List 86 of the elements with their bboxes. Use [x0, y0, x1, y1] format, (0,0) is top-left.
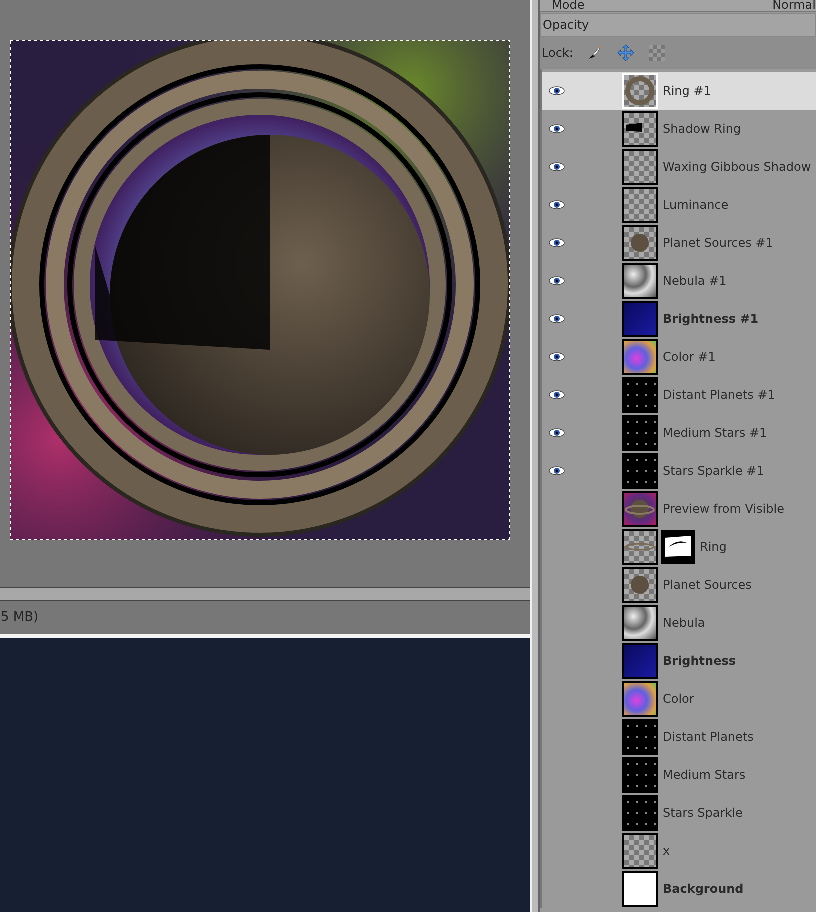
layer-row[interactable]: Color — [542, 680, 816, 718]
layer-thumbnail — [622, 187, 658, 223]
layer-row[interactable]: Brightness — [542, 642, 816, 680]
layer-thumbnail — [622, 111, 658, 147]
layer-name: Color — [663, 692, 694, 706]
layer-row[interactable]: x — [542, 832, 816, 870]
layer-row[interactable]: Shadow Ring — [542, 110, 816, 148]
layer-name: Nebula #1 — [663, 274, 727, 288]
layer-name: Shadow Ring — [663, 122, 742, 136]
horizontal-scrollbar[interactable] — [0, 587, 530, 601]
layer-name: Color #1 — [663, 350, 716, 364]
layer-thumbnail — [622, 757, 658, 793]
layer-thumbnail — [622, 605, 658, 641]
layer-name: Stars Sparkle — [663, 806, 743, 820]
layer-name: Nebula — [663, 616, 706, 630]
layer-thumbnail — [622, 263, 658, 299]
eye-icon[interactable] — [549, 466, 565, 476]
opacity-field[interactable]: Opacity — [540, 13, 816, 37]
layer-name: Distant Planets #1 — [663, 388, 776, 402]
layer-name: Waxing Gibbous Shadow — [663, 160, 812, 174]
layer-name: Stars Sparkle #1 — [663, 464, 764, 478]
layer-row[interactable]: Preview from Visible — [542, 490, 816, 528]
status-text: 5 MB) — [1, 610, 39, 625]
layer-name: Luminance — [663, 198, 729, 212]
move-icon[interactable] — [617, 44, 636, 62]
eye-icon[interactable] — [549, 238, 565, 248]
layer-row[interactable]: Medium Stars #1 — [542, 414, 816, 452]
eye-icon[interactable] — [549, 352, 565, 362]
layer-thumbnail — [622, 453, 658, 489]
layer-row[interactable]: Distant Planets #1 — [542, 376, 816, 414]
eye-icon[interactable] — [549, 162, 565, 172]
eye-icon[interactable] — [549, 200, 565, 210]
brush-icon[interactable] — [587, 45, 604, 61]
pane-separator[interactable] — [530, 0, 540, 912]
layer-row[interactable]: Planet Sources #1 — [542, 224, 816, 262]
layer-name: Brightness #1 — [663, 312, 759, 326]
layer-name: Medium Stars #1 — [663, 426, 768, 440]
layer-row[interactable]: Waxing Gibbous Shadow — [542, 148, 816, 186]
layer-row[interactable]: Distant Planets — [542, 718, 816, 756]
layer-row[interactable]: Nebula — [542, 604, 816, 642]
layer-row[interactable]: Stars Sparkle — [542, 794, 816, 832]
layer-name: Brightness — [663, 654, 736, 668]
eye-icon[interactable] — [549, 124, 565, 134]
eye-icon[interactable] — [549, 314, 565, 324]
layer-row[interactable]: Ring #1 — [542, 72, 816, 110]
layer-thumbnail — [622, 871, 658, 907]
layer-thumbnail — [622, 529, 658, 565]
layer-row[interactable]: Stars Sparkle #1 — [542, 452, 816, 490]
layer-name: Background — [663, 882, 744, 896]
layer-name: Planet Sources — [663, 578, 752, 592]
lock-label: Lock: — [542, 46, 574, 60]
layer-thumbnail — [622, 73, 658, 109]
layer-row[interactable]: Ring — [542, 528, 816, 566]
layer-thumbnail — [622, 491, 658, 527]
layer-thumbnail — [622, 833, 658, 869]
eye-icon[interactable] — [549, 390, 565, 400]
mode-dropdown[interactable]: Mode Normal — [540, 0, 816, 12]
layer-thumbnail — [622, 377, 658, 413]
layer-row[interactable]: Color #1 — [542, 338, 816, 376]
layer-thumbnail — [622, 643, 658, 679]
layer-row[interactable]: Nebula #1 — [542, 262, 816, 300]
layer-thumbnail — [622, 567, 658, 603]
eye-icon[interactable] — [549, 86, 565, 96]
layer-thumbnail — [622, 301, 658, 337]
eye-icon[interactable] — [549, 428, 565, 438]
layer-row[interactable]: Luminance — [542, 186, 816, 224]
layer-name: Planet Sources #1 — [663, 236, 774, 250]
eye-icon[interactable] — [549, 276, 565, 286]
layer-row[interactable]: Background — [542, 870, 816, 908]
layer-name: Ring — [700, 540, 727, 554]
layer-mask-thumbnail — [661, 530, 695, 564]
layer-row[interactable]: Medium Stars — [542, 756, 816, 794]
layer-thumbnail — [622, 681, 658, 717]
layer-name: Preview from Visible — [663, 502, 784, 516]
layer-name: x — [663, 844, 670, 858]
layer-thumbnail — [622, 719, 658, 755]
layer-thumbnail — [622, 795, 658, 831]
layer-row[interactable]: Brightness #1 — [542, 300, 816, 338]
layer-thumbnail — [622, 415, 658, 451]
layer-name: Ring #1 — [663, 84, 712, 98]
layer-name: Medium Stars — [663, 768, 746, 782]
layer-row[interactable]: Planet Sources — [542, 566, 816, 604]
layer-name: Distant Planets — [663, 730, 754, 744]
layer-thumbnail — [622, 339, 658, 375]
layer-thumbnail — [622, 225, 658, 261]
layer-thumbnail — [622, 149, 658, 185]
